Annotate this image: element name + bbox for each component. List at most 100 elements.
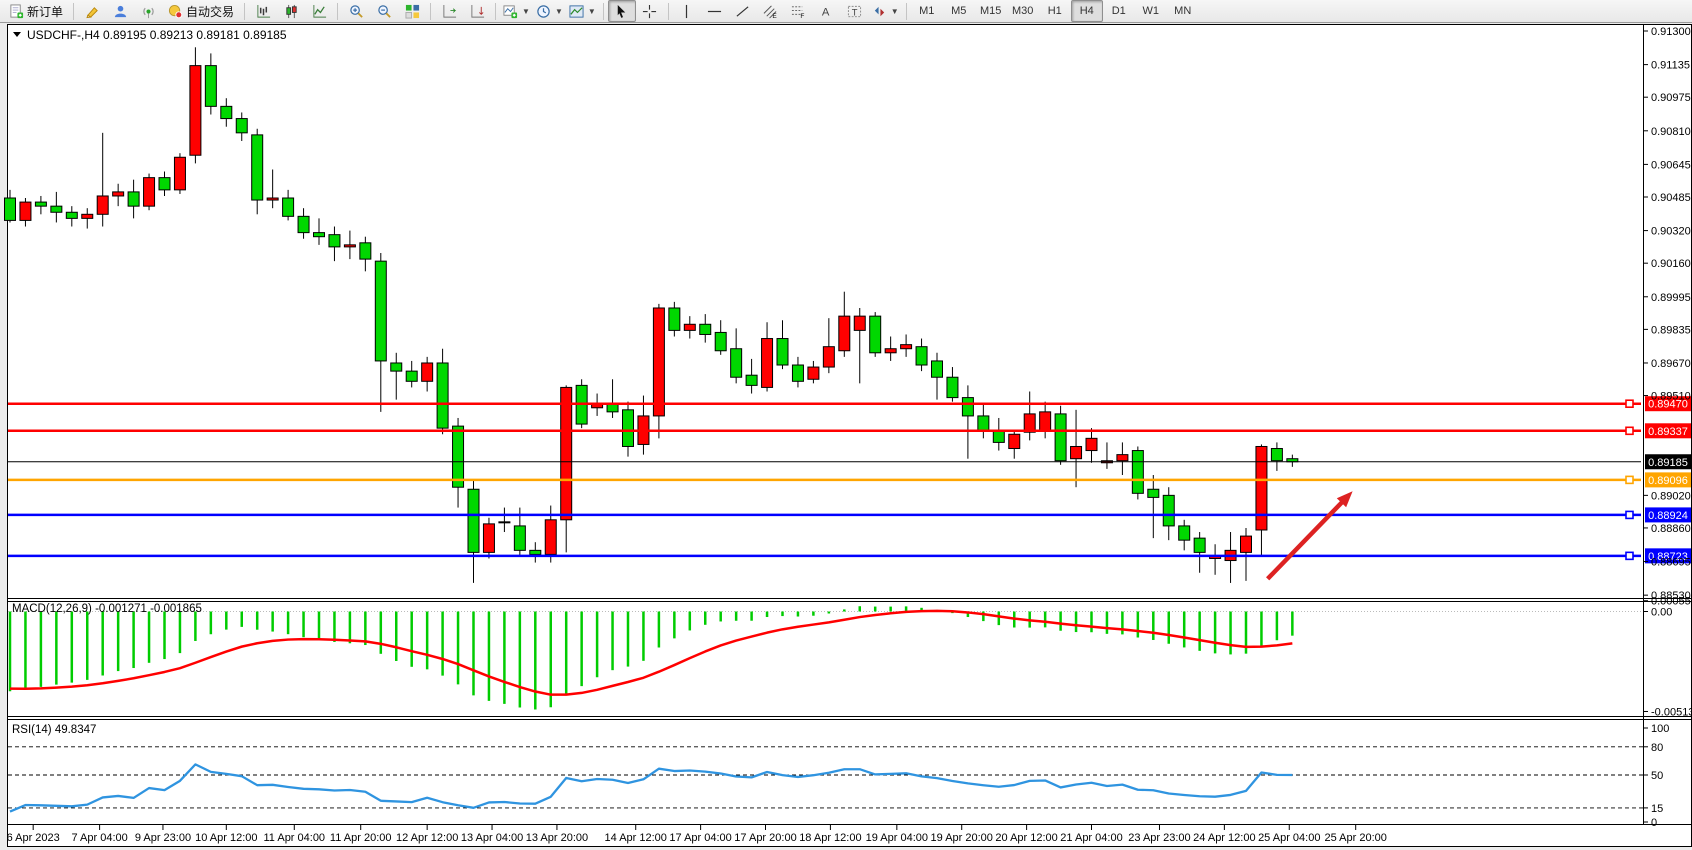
candle	[978, 416, 989, 430]
timeframe-mn[interactable]: MN	[1167, 0, 1199, 22]
candle	[1148, 489, 1159, 497]
svg-text:0.89020: 0.89020	[1651, 490, 1691, 502]
timeframe-m30[interactable]: M30	[1007, 0, 1039, 22]
trendline-tool-button[interactable]	[729, 0, 757, 22]
zoom-out-button[interactable]	[370, 0, 398, 22]
auto-scroll-button[interactable]	[463, 0, 491, 22]
candle	[360, 243, 371, 259]
line-handle	[1626, 400, 1633, 407]
svg-text:0.91135: 0.91135	[1651, 60, 1690, 72]
candle	[174, 157, 185, 190]
styler-button[interactable]	[78, 0, 106, 22]
candle	[839, 316, 850, 351]
signals-button[interactable]	[134, 0, 162, 22]
timeframe-h1[interactable]: H1	[1039, 0, 1071, 22]
bar-chart-icon	[256, 4, 271, 19]
timeframe-m15[interactable]: M15	[975, 0, 1007, 22]
indicators-button[interactable]: ▼	[500, 0, 533, 22]
candle	[1271, 449, 1282, 461]
candle	[901, 345, 912, 349]
svg-text:E: E	[773, 13, 778, 19]
timeframe-h4[interactable]: H4	[1071, 0, 1103, 22]
templates-button[interactable]: ▼	[566, 0, 599, 22]
candle	[298, 216, 309, 232]
svg-text:0.89995: 0.89995	[1651, 292, 1691, 304]
candle	[236, 119, 247, 133]
timeframe-d1[interactable]: D1	[1103, 0, 1135, 22]
vertical-line-tool-button[interactable]	[673, 0, 701, 22]
candle	[514, 526, 525, 550]
candle	[777, 339, 788, 365]
candle	[561, 387, 572, 519]
text-label-tool-button[interactable]: T	[841, 0, 869, 22]
crosshair-icon	[642, 4, 657, 19]
zoom-in-button[interactable]	[342, 0, 370, 22]
line-chart-mode-button[interactable]	[305, 0, 333, 22]
line-handle	[1626, 427, 1633, 434]
periods-button[interactable]: ▼	[533, 0, 566, 22]
svg-text:23 Apr 23:00: 23 Apr 23:00	[1128, 832, 1190, 844]
equidistant-channel-tool-button[interactable]: E	[757, 0, 785, 22]
svg-text:14 Apr 12:00: 14 Apr 12:00	[605, 832, 667, 844]
fibonacci-icon: F	[791, 4, 806, 19]
svg-text:25 Apr 20:00: 25 Apr 20:00	[1324, 832, 1386, 844]
toolbar-separator	[906, 3, 907, 20]
svg-text:21 Apr 04:00: 21 Apr 04:00	[1060, 832, 1122, 844]
timeframe-w1[interactable]: W1	[1135, 0, 1167, 22]
candle	[653, 308, 664, 416]
metaeditor-button[interactable]	[106, 0, 134, 22]
tile-windows-icon	[405, 4, 420, 19]
zoom-out-icon	[377, 4, 392, 19]
line-handle	[1626, 552, 1633, 559]
arrows-tool-button[interactable]: ▼	[869, 0, 902, 22]
candle	[159, 178, 170, 190]
chevron-down-icon: ▼	[522, 7, 530, 16]
timeframe-group: M1M5M15M30H1H4D1W1MN	[911, 0, 1199, 22]
chart-shift-icon	[442, 4, 457, 19]
candle	[947, 377, 958, 397]
candle	[468, 489, 479, 552]
candle	[823, 347, 834, 367]
toolbar-separator	[430, 3, 431, 20]
candle-chart-mode-button[interactable]	[277, 0, 305, 22]
fibonacci-tool-button[interactable]: F	[785, 0, 813, 22]
bar-chart-mode-button[interactable]	[249, 0, 277, 22]
candle	[422, 363, 433, 381]
candle	[483, 524, 494, 553]
candle	[1132, 451, 1143, 494]
candle	[932, 361, 943, 377]
svg-text:24 Apr 12:00: 24 Apr 12:00	[1193, 832, 1255, 844]
arrows-icon	[872, 4, 887, 19]
cursor-tool-button[interactable]	[608, 0, 636, 22]
chart-shift-button[interactable]	[435, 0, 463, 22]
svg-text:0.90810: 0.90810	[1651, 126, 1691, 138]
candle	[762, 339, 773, 388]
cursor-icon	[614, 4, 629, 19]
line-handle	[1626, 511, 1633, 518]
auto-trading-button[interactable]: 自动交易	[162, 0, 240, 22]
trendline-icon	[735, 4, 750, 19]
candle	[1163, 495, 1174, 526]
svg-text:-0.00513: -0.00513	[1651, 706, 1692, 718]
vertical-line-icon	[679, 4, 694, 19]
horizontal-line-icon	[707, 4, 722, 19]
chevron-down-icon: ▼	[555, 7, 563, 16]
toolbar-separator	[244, 3, 245, 20]
candle	[406, 371, 417, 381]
tile-windows-button[interactable]	[398, 0, 426, 22]
new-order-button[interactable]: 新订单	[3, 0, 69, 22]
svg-text:0.90160: 0.90160	[1651, 258, 1691, 270]
auto-scroll-icon	[470, 4, 485, 19]
chart-window[interactable]: 0.894700.893370.891850.890960.889240.887…	[0, 23, 1692, 850]
crosshair-tool-button[interactable]	[636, 0, 664, 22]
text-label-icon: T	[847, 4, 862, 19]
timeframe-m1[interactable]: M1	[911, 0, 943, 22]
svg-text:0.89835: 0.89835	[1651, 324, 1691, 336]
toolbar-separator	[495, 3, 496, 20]
svg-text:0: 0	[1651, 817, 1657, 829]
text-tool-button[interactable]: A	[813, 0, 841, 22]
candle	[885, 349, 896, 353]
timeframe-m5[interactable]: M5	[943, 0, 975, 22]
horizontal-line-tool-button[interactable]	[701, 0, 729, 22]
new-order-icon	[9, 4, 24, 19]
